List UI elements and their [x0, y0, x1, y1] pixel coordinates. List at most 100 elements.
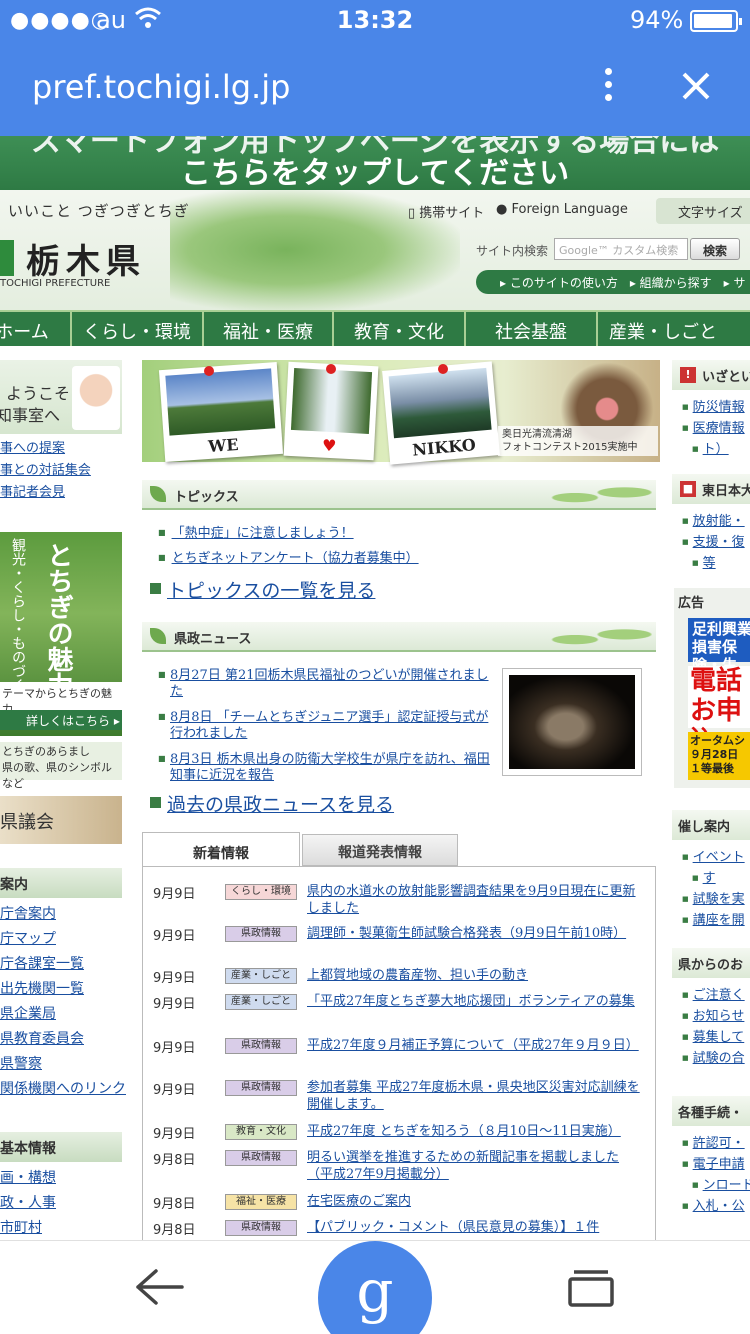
- guide-link[interactable]: 県企業局: [0, 1002, 130, 1027]
- mobile-site-link[interactable]: ▯ 携帯サイト: [408, 202, 484, 221]
- ad-banner[interactable]: オータムシ ９月28日 １等最後: [688, 732, 750, 780]
- earthquake-link[interactable]: 等: [703, 556, 716, 571]
- nav-tab-living[interactable]: くらし・環境: [70, 312, 202, 346]
- site-logo-text[interactable]: 栃木県: [26, 234, 146, 283]
- tab-new-info[interactable]: 新着情報: [142, 832, 300, 868]
- item-link[interactable]: 調理師・製菓衛生師試験合格発表（9月9日午前10時）: [307, 925, 643, 942]
- guide-link[interactable]: 県教育委員会: [0, 1027, 130, 1052]
- item-link[interactable]: 平成27年度９月補正予算について（平成27年９月９日）: [307, 1037, 643, 1054]
- notice-link[interactable]: お知らせ: [693, 1009, 745, 1024]
- tab-press-release[interactable]: 報道発表情報: [302, 834, 458, 866]
- emergency-link[interactable]: 医療情報: [693, 421, 745, 436]
- news-see-all-link[interactable]: 過去の県政ニュースを見る: [150, 790, 394, 817]
- nav-tab-welfare[interactable]: 福祉・医療: [202, 312, 332, 346]
- news-title: 県政ニュース: [174, 632, 252, 647]
- search-input[interactable]: Google™ カスタム検索: [554, 238, 688, 260]
- guide-link[interactable]: 庁舎案内: [0, 902, 130, 927]
- promo-title: とちぎの魅力: [43, 542, 73, 698]
- governor-link[interactable]: 事への提案: [0, 438, 130, 460]
- guide-link[interactable]: 県警察: [0, 1052, 130, 1077]
- prefectural-assembly-banner[interactable]: 県議会: [0, 796, 122, 844]
- news-thumbnail[interactable]: [502, 668, 642, 776]
- foreign-language-link[interactable]: ● Foreign Language: [496, 202, 628, 217]
- site-search-label: サイト内検索: [476, 244, 549, 258]
- news-link[interactable]: 8月8日 「チームとちぎジュニア選手」認定証授与式が行われました: [170, 710, 488, 741]
- header-subnav[interactable]: ▸ このサイトの使い方 ▸ 組織から探す ▸ サ: [476, 270, 750, 294]
- tochigi-charm-banner[interactable]: とちぎの魅力 観光・くらし・ものづくり テーマからとちぎの魅力 詳しくはこちら …: [0, 532, 122, 736]
- nav-tab-education[interactable]: 教育・文化: [332, 312, 464, 346]
- item-link[interactable]: 上都賀地域の農畜産物、担い手の動き: [307, 967, 643, 984]
- alert-icon: !: [680, 367, 696, 383]
- search-button[interactable]: 検索: [690, 238, 740, 260]
- governor-link[interactable]: 事との対話集会: [0, 460, 130, 482]
- prefecture-overview-banner[interactable]: とちぎのあらまし 県の歌、県のシンボルなど: [0, 742, 122, 790]
- item-link[interactable]: 【パブリック・コメント（県民意見の募集）】１件: [307, 1219, 643, 1236]
- procedure-link[interactable]: 電子申請: [693, 1157, 745, 1172]
- basic-info-link[interactable]: 画・構想: [0, 1166, 130, 1191]
- procedure-link[interactable]: 入札・公: [693, 1199, 745, 1214]
- ad-banner[interactable]: 足利興業 損害保険・生: [688, 618, 750, 674]
- topics-see-all-link[interactable]: トピックスの一覧を見る: [150, 576, 375, 603]
- notice-link[interactable]: 試験の合: [693, 1051, 745, 1066]
- square-bullet-icon: [150, 583, 161, 594]
- category-badge: 県政情報: [225, 1220, 297, 1236]
- nav-tab-industry[interactable]: 産業・しごと: [596, 312, 728, 346]
- earthquake-link[interactable]: 放射能・: [693, 514, 745, 529]
- governor-office-banner[interactable]: ようこそ 知事室へ: [0, 360, 122, 434]
- notice-link[interactable]: 募集して: [693, 1030, 745, 1045]
- topic-link[interactable]: 「熱中症」に注意しましょう！: [172, 526, 354, 541]
- heart-icon: ♥: [321, 435, 337, 456]
- governor-link[interactable]: 事記者会見: [0, 482, 130, 504]
- event-link[interactable]: す: [703, 871, 716, 886]
- item-link[interactable]: 明るい選挙を推進するための新聞記事を掲載しました（平成27年9月掲載分）: [307, 1149, 643, 1183]
- google-search-button[interactable]: g: [318, 1241, 432, 1334]
- notice-link[interactable]: ご注意く: [693, 988, 745, 1003]
- photo-contest-banner[interactable]: WE ♥ NIKKO 奥日光清流清湖 フォトコンテスト2015実施中: [142, 360, 660, 465]
- item-link[interactable]: 参加者募集 平成27年度栃木県・県央地区災害対応訓練を開催します。: [307, 1079, 643, 1113]
- nav-tab-infrastructure[interactable]: 社会基盤: [464, 312, 596, 346]
- global-nav: ホーム くらし・環境 福祉・医療 教育・文化 社会基盤 産業・しごと: [0, 310, 750, 346]
- basic-info-link[interactable]: 政・人事: [0, 1191, 130, 1216]
- main-content: WE ♥ NIKKO 奥日光清流清湖 フォトコンテスト2015実施中 トピックス…: [140, 346, 662, 1246]
- mobile-site-label: 携帯サイト: [419, 206, 485, 221]
- category-badge: 教育・文化: [225, 1124, 297, 1140]
- topic-link[interactable]: とちぎネットアンケート（協力者募集中）: [172, 551, 419, 566]
- leaf-decoration: [542, 482, 652, 508]
- item-link[interactable]: 平成27年度 とちぎを知ろう（８月10日～11日実施）: [307, 1123, 643, 1140]
- guide-link[interactable]: 関係機関へのリンク: [0, 1077, 130, 1102]
- guide-link[interactable]: 庁マップ: [0, 927, 130, 952]
- item-date: 9月9日: [153, 929, 196, 944]
- event-link[interactable]: 試験を実: [693, 892, 745, 907]
- back-arrow-icon[interactable]: [134, 1267, 186, 1307]
- foreign-language-label: Foreign Language: [511, 202, 628, 217]
- nav-tab-home[interactable]: ホーム: [0, 312, 70, 346]
- category-badge: 福祉・医療: [225, 1194, 297, 1210]
- event-link[interactable]: 講座を開: [693, 913, 745, 928]
- basic-info-link[interactable]: 市町村: [0, 1216, 130, 1241]
- tabs-icon[interactable]: [566, 1267, 616, 1307]
- smartphone-site-banner[interactable]: スマートフォン用トップページを表示する場合には こちらをタップしてください: [0, 136, 750, 190]
- promo-more-link[interactable]: 詳しくはこちら ▸: [0, 710, 122, 730]
- item-link[interactable]: 「平成27年度とちぎ夢大地応援団」ボランティアの募集: [307, 993, 643, 1010]
- ad-banner[interactable]: 電話 お申込: [688, 666, 750, 756]
- procedure-link[interactable]: 許認可・: [693, 1136, 745, 1151]
- basic-info-links: 画・構想 政・人事 市町村: [0, 1166, 130, 1241]
- earthquake-link[interactable]: 支援・復: [693, 535, 745, 550]
- news-link[interactable]: 8月3日 栃木県出身の防衛大学校生が県庁を訪れ、福田知事に近況を報告: [170, 752, 490, 783]
- guide-link[interactable]: 庁各課室一覧: [0, 952, 130, 977]
- section-guide-heading: 案内: [0, 868, 122, 898]
- emergency-link[interactable]: ト）: [703, 442, 729, 457]
- procedure-link[interactable]: ンロード: [703, 1178, 750, 1193]
- pin-icon: [326, 364, 336, 374]
- polaroid-photo: ♥: [283, 361, 379, 461]
- item-link[interactable]: 在宅医療のご案内: [307, 1193, 643, 1210]
- guide-link[interactable]: 出先機関一覧: [0, 977, 130, 1002]
- more-menu-icon[interactable]: [596, 68, 620, 108]
- news-link[interactable]: 8月27日 第21回栃木県民福祉のつどいが開催されました: [170, 668, 489, 699]
- font-size-button[interactable]: 文字サイズ: [656, 198, 750, 224]
- item-link[interactable]: 県内の水道水の放射能影響調査結果を9月9日現在に更新しました: [307, 883, 643, 917]
- url-display[interactable]: pref.tochigi.lg.jp: [32, 68, 290, 106]
- emergency-link[interactable]: 防災情報: [693, 400, 745, 415]
- close-icon[interactable]: [676, 66, 716, 106]
- event-link[interactable]: イベント: [693, 850, 745, 865]
